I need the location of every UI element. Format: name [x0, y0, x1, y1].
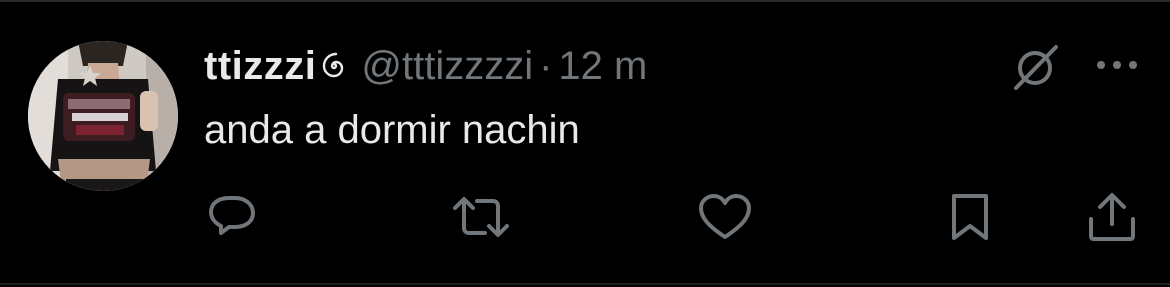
reply-button[interactable] — [206, 192, 258, 242]
bottom-divider — [0, 283, 1170, 285]
grok-icon[interactable] — [1010, 43, 1062, 91]
share-icon — [1089, 193, 1135, 241]
top-divider — [0, 0, 1170, 2]
retweet-button[interactable] — [451, 192, 511, 242]
share-button[interactable] — [1086, 192, 1138, 242]
tweet-text: anda a dormir nachin — [204, 108, 580, 152]
tweet-header: ttizzzi @tttizzzzi · 12 m — [204, 40, 647, 92]
display-name[interactable]: ttizzzi — [204, 44, 316, 89]
heart-icon — [699, 194, 751, 239]
like-button[interactable] — [697, 192, 753, 242]
user-handle[interactable]: @tttizzzzi — [361, 44, 533, 89]
retweet-icon — [453, 197, 509, 237]
bookmark-icon — [952, 194, 988, 240]
bookmark-button[interactable] — [946, 192, 994, 242]
more-icon[interactable] — [1094, 58, 1140, 72]
spiral-icon — [323, 52, 344, 78]
separator-dot: · — [539, 43, 553, 88]
reply-icon — [209, 196, 255, 235]
avatar[interactable] — [28, 41, 178, 191]
timestamp[interactable]: 12 m — [558, 44, 647, 89]
